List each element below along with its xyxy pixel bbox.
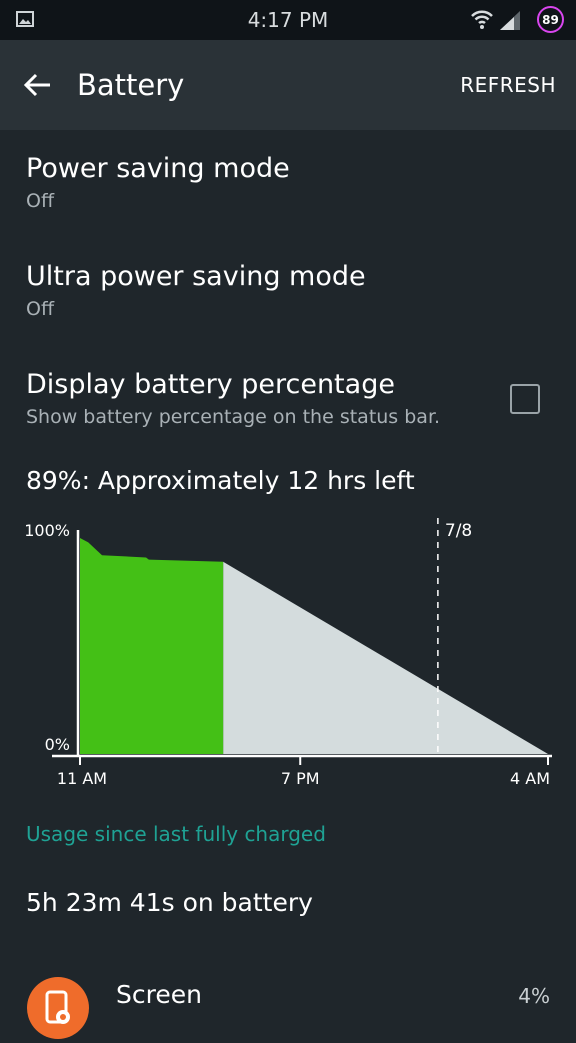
x-tick-label: 4 AM [510,769,550,788]
setting-label: Power saving mode [26,153,290,184]
wifi-icon [471,10,493,29]
y-top-label: 100% [24,521,70,540]
screen-settings-icon [27,977,89,1039]
power-saving-mode-item[interactable]: Power saving mode Off [26,153,546,212]
refresh-button[interactable]: REFRESH [460,73,556,97]
arrow-left-icon[interactable] [20,67,56,103]
usage-list-item[interactable]: Screen 4% [0,972,576,1039]
battery-history-chart: 7/8 100% 0% 11 AM 7 PM 4 AM [24,518,552,788]
setting-label: Ultra power saving mode [26,261,366,292]
usage-section-header: Usage since last fully charged [26,822,326,846]
y-bottom-label: 0% [45,735,70,754]
status-bar: 4:17 PM 89 [0,0,576,40]
battery-estimate: 89%: Approximately 12 hrs left [26,466,415,495]
app-usage-percent: 4% [518,984,550,1008]
setting-label: Display battery percentage [26,369,395,400]
battery-circle-icon: 89 [537,6,564,33]
battery-percentage-checkbox[interactable] [510,384,540,414]
setting-value: Off [26,298,55,320]
app-name: Screen [116,980,202,1009]
display-battery-percentage-item[interactable]: Display battery percentage Show battery … [26,369,496,428]
predicted-battery-area [223,561,548,754]
x-tick-label: 11 AM [57,769,107,788]
measured-battery-area [80,538,224,754]
x-tick-label: 7 PM [281,769,320,788]
signal-icon [500,11,520,30]
setting-description: Show battery percentage on the status ba… [26,406,441,428]
setting-value: Off [26,190,55,212]
date-marker-label: 7/8 [445,521,472,541]
page-title: Battery [77,68,185,102]
ultra-power-saving-mode-item[interactable]: Ultra power saving mode Off [26,261,546,320]
time-on-battery: 5h 23m 41s on battery [26,888,313,917]
app-bar: Battery REFRESH [0,40,576,130]
